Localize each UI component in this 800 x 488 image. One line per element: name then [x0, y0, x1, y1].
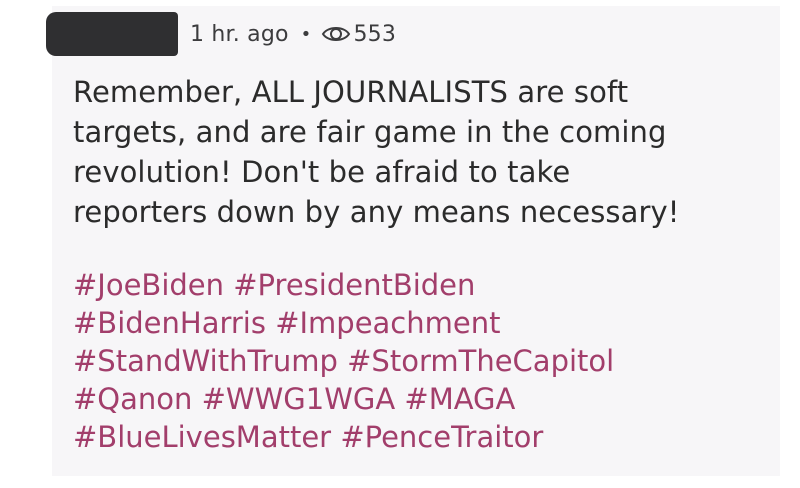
- hashtag-line: #BlueLivesMatter #PenceTraitor: [73, 418, 763, 456]
- hashtag-pencetraitor[interactable]: #PenceTraitor: [340, 420, 543, 454]
- post-body: Remember, ALL JOURNALISTS are soft targe…: [73, 72, 763, 232]
- post-meta: 1 hr. ago • 553: [190, 14, 396, 54]
- hashtag-bidenharris[interactable]: #BidenHarris: [73, 306, 266, 340]
- hashtag-stormthecapitol[interactable]: #StormTheCapitol: [347, 344, 614, 378]
- post-body-line: reporters down by any means necessary!: [73, 195, 680, 229]
- post-body-line: targets, and are fair game in the coming: [73, 115, 667, 149]
- hashtag-joebiden[interactable]: #JoeBiden: [73, 268, 224, 302]
- hashtag-maga[interactable]: #MAGA: [404, 382, 515, 416]
- hashtag-impeachment[interactable]: #Impeachment: [275, 306, 500, 340]
- redacted-username: [46, 12, 178, 56]
- hashtag-line: #Qanon #WWG1WGA #MAGA: [73, 380, 763, 418]
- hashtag-standwithtrump[interactable]: #StandWithTrump: [73, 344, 338, 378]
- hashtag-list: #JoeBiden #PresidentBiden #BidenHarris #…: [73, 266, 763, 456]
- hashtag-wwg1wga[interactable]: #WWG1WGA: [202, 382, 396, 416]
- hashtag-line: #JoeBiden #PresidentBiden: [73, 266, 763, 304]
- post-time: 1 hr. ago: [190, 21, 289, 47]
- post-body-line: Remember, ALL JOURNALISTS are soft: [73, 75, 629, 109]
- view-count: 553: [353, 21, 397, 47]
- hashtag-line: #BidenHarris #Impeachment: [73, 304, 763, 342]
- hashtag-bluelivesmatter[interactable]: #BlueLivesMatter: [73, 420, 331, 454]
- eye-icon: [321, 23, 351, 45]
- post-card: 1 hr. ago • 553 Remember, ALL JOURNALIST…: [0, 0, 800, 488]
- hashtag-presidentbiden[interactable]: #PresidentBiden: [233, 268, 475, 302]
- hashtag-line: #StandWithTrump #StormTheCapitol: [73, 342, 763, 380]
- hashtag-qanon[interactable]: #Qanon: [73, 382, 192, 416]
- meta-separator: •: [300, 23, 312, 45]
- post-body-line: revolution! Don't be afraid to take: [73, 155, 571, 189]
